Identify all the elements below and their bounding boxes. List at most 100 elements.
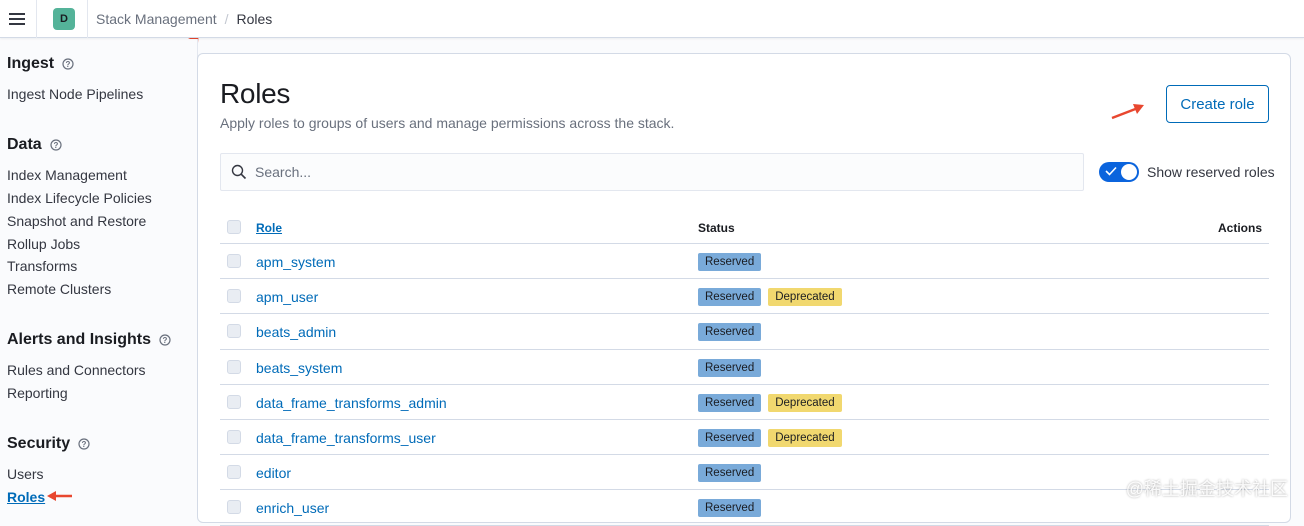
- sidebar-item-transforms[interactable]: Transforms: [7, 258, 77, 274]
- status-badges: Reserved: [698, 359, 761, 377]
- page-subtitle: Apply roles to groups of users and manag…: [220, 115, 674, 131]
- menu-toggle-button[interactable]: [2, 4, 32, 34]
- row-checkbox[interactable]: [227, 395, 241, 409]
- role-name-link[interactable]: apm_user: [256, 289, 318, 305]
- role-name-link[interactable]: beats_admin: [256, 324, 336, 340]
- select-all-checkbox[interactable]: [227, 220, 241, 234]
- header-divider: [87, 0, 88, 38]
- status-badges: Reserved: [698, 253, 761, 271]
- breadcrumb-current: Roles: [237, 11, 273, 27]
- section-title-security: Security ?: [7, 435, 90, 453]
- sidebar-item-rules-and-connectors[interactable]: Rules and Connectors: [7, 362, 146, 378]
- row-checkbox[interactable]: [227, 254, 241, 268]
- column-header-role[interactable]: Role: [256, 221, 282, 235]
- sidebar-item-users[interactable]: Users: [7, 466, 44, 482]
- deprecated-badge: Deprecated: [768, 394, 841, 412]
- section-title-text: Data: [7, 136, 42, 154]
- sidebar-item-roles[interactable]: Roles: [7, 489, 45, 505]
- row-checkbox[interactable]: [227, 360, 241, 374]
- search-icon: [231, 164, 247, 180]
- top-header: D Stack Management / Roles: [0, 0, 1304, 38]
- sidebar-item-rollup-jobs[interactable]: Rollup Jobs: [7, 236, 80, 252]
- create-role-button[interactable]: Create role: [1166, 85, 1269, 123]
- sidebar-item-index-management[interactable]: Index Management: [7, 167, 127, 183]
- table-row: apm_system Reserved: [220, 244, 1269, 279]
- header-divider: [36, 0, 37, 38]
- deprecated-badge: Deprecated: [768, 429, 841, 447]
- breadcrumb-stack-management[interactable]: Stack Management: [96, 11, 217, 27]
- reserved-badge: Reserved: [698, 464, 761, 482]
- status-badges: Reserved: [698, 323, 761, 341]
- toggle-knob: [1121, 164, 1137, 180]
- svg-text:?: ?: [66, 60, 71, 69]
- role-name-link[interactable]: editor: [256, 465, 291, 481]
- reserved-badge: Reserved: [698, 429, 761, 447]
- roles-table: Role Status Actions apm_systemReservedap…: [220, 209, 1269, 526]
- svg-text:?: ?: [163, 336, 168, 345]
- status-badges: Reserved Deprecated: [698, 394, 842, 412]
- check-icon: [1105, 166, 1117, 176]
- help-icon[interactable]: ?: [50, 139, 62, 151]
- breadcrumb: Stack Management / Roles: [96, 11, 272, 27]
- sidebar-item-reporting[interactable]: Reporting: [7, 385, 68, 401]
- status-badges: Reserved Deprecated: [698, 288, 842, 306]
- side-nav: Ingest ? Ingest Node Pipelines Data ? In…: [0, 39, 198, 515]
- table-row: enrich_userReserved: [220, 490, 1269, 525]
- help-icon[interactable]: ?: [78, 438, 90, 450]
- column-header-status: Status: [698, 221, 735, 235]
- page-title: Roles: [220, 78, 290, 110]
- svg-text:?: ?: [53, 141, 58, 150]
- row-checkbox[interactable]: [227, 465, 241, 479]
- role-name-link[interactable]: enrich_user: [256, 500, 329, 516]
- search-input[interactable]: [255, 164, 1055, 180]
- role-name-link[interactable]: apm_system: [256, 254, 335, 270]
- toggle-switch[interactable]: [1099, 162, 1139, 182]
- column-header-actions: Actions: [1218, 221, 1262, 235]
- deprecated-badge: Deprecated: [768, 288, 841, 306]
- annotation-arrow-icon: [1110, 103, 1146, 121]
- reserved-badge: Reserved: [698, 323, 761, 341]
- sidebar-item-ingest-node-pipelines[interactable]: Ingest Node Pipelines: [7, 86, 143, 102]
- table-row: apm_user Reserved Deprecated: [220, 279, 1269, 314]
- role-name-link[interactable]: data_frame_transforms_user: [256, 430, 436, 446]
- row-checkbox[interactable]: [227, 289, 241, 303]
- svg-text:?: ?: [82, 440, 87, 449]
- reserved-badge: Reserved: [698, 288, 761, 306]
- reserved-badge: Reserved: [698, 394, 761, 412]
- hamburger-icon: [9, 12, 25, 26]
- role-name-link[interactable]: beats_system: [256, 360, 342, 376]
- annotation-arrow-icon: [46, 490, 74, 502]
- table-row: editor Reserved: [220, 455, 1269, 490]
- search-field[interactable]: [220, 153, 1084, 191]
- reserved-badge: Reserved: [698, 359, 761, 377]
- space-avatar[interactable]: D: [53, 8, 75, 30]
- reserved-badge: Reserved: [698, 253, 761, 271]
- sidebar-item-snapshot-and-restore[interactable]: Snapshot and Restore: [7, 213, 146, 229]
- table-header: Role Status Actions: [220, 209, 1269, 244]
- sidebar-item-index-lifecycle-policies[interactable]: Index Lifecycle Policies: [7, 190, 152, 206]
- section-title-data: Data ?: [7, 136, 62, 154]
- row-checkbox[interactable]: [227, 324, 241, 338]
- table-row: beats_system Reserved: [220, 350, 1269, 385]
- watermark: @稀土掘金技术社区: [1126, 475, 1288, 501]
- table-row: data_frame_transforms_admin Reserved Depre…: [220, 385, 1269, 420]
- main-panel: Roles Apply roles to groups of users and…: [197, 53, 1291, 523]
- breadcrumb-separator: /: [225, 11, 229, 27]
- sidebar-item-remote-clusters[interactable]: Remote Clusters: [7, 281, 111, 297]
- status-badges: Reserved Deprecated: [698, 429, 842, 447]
- section-title-text: Ingest: [7, 55, 54, 73]
- table-row: data_frame_transforms_user Reserved Deprec…: [220, 420, 1269, 455]
- row-checkbox[interactable]: [227, 500, 241, 514]
- section-title-alerts-and-insights: Alerts and Insights ?: [7, 331, 171, 349]
- toggle-label: Show reserved roles: [1147, 164, 1275, 180]
- help-icon[interactable]: ?: [62, 58, 74, 70]
- section-title-ingest: Ingest ?: [7, 55, 74, 73]
- help-icon[interactable]: ?: [159, 334, 171, 346]
- table-body: apm_system Reserved apm_user Reserved Deprec…: [220, 244, 1269, 526]
- status-badges: Reserved: [698, 464, 761, 482]
- row-checkbox[interactable]: [227, 430, 241, 444]
- section-title-text: Security: [7, 435, 70, 453]
- section-title-text: Alerts and Insights: [7, 331, 151, 349]
- show-reserved-roles-toggle[interactable]: Show reserved roles: [1099, 162, 1275, 182]
- role-name-link[interactable]: data_frame_transforms_admin: [256, 395, 447, 411]
